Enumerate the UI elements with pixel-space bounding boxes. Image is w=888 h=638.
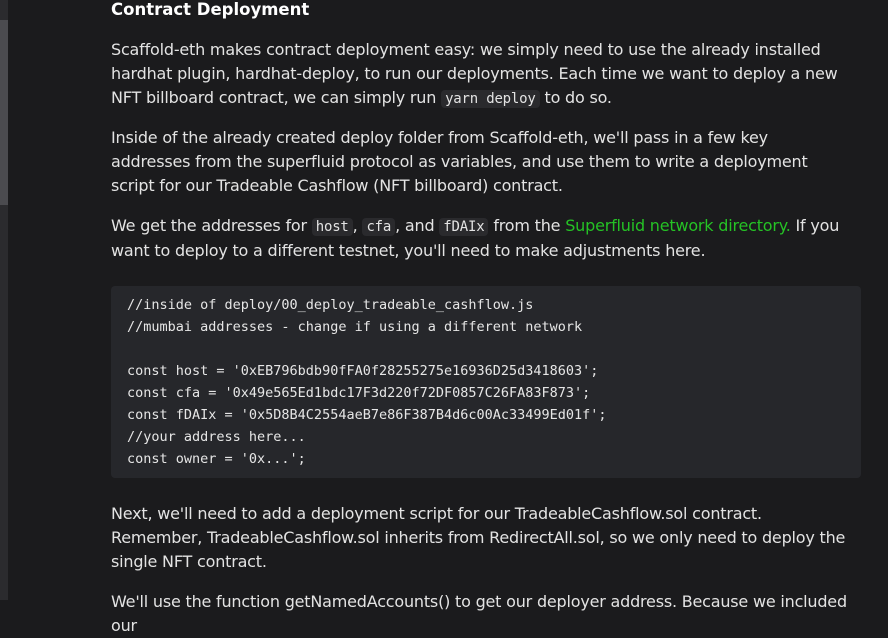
paragraph-addresses: We get the addresses for host, cfa, and … <box>111 214 851 263</box>
paragraph-text: , and <box>395 216 440 235</box>
inline-code-host: host <box>311 218 353 236</box>
paragraph-deployment-intro: Scaffold-eth makes contract deployment e… <box>111 38 851 111</box>
superfluid-network-directory-link[interactable]: Superfluid network directory. <box>565 216 791 235</box>
paragraph-named-accounts: We'll use the function getNamedAccounts(… <box>111 592 847 635</box>
inline-code-fdaix: fDAIx <box>439 218 489 236</box>
paragraph-text: from the <box>488 216 566 235</box>
paragraph-deploy-folder: Inside of the already created deploy fol… <box>111 128 808 195</box>
inline-code-cfa: cfa <box>362 218 396 236</box>
scrollbar-thumb[interactable] <box>0 20 8 205</box>
inline-code-yarn-deploy: yarn deploy <box>441 90 540 108</box>
code-line: //your address here... <box>127 429 306 445</box>
paragraph-text: We get the addresses for <box>111 216 312 235</box>
code-content: //inside of deploy/00_deploy_tradeable_c… <box>127 294 607 470</box>
code-block[interactable]: //inside of deploy/00_deploy_tradeable_c… <box>111 286 861 478</box>
paragraph-text: to do so. <box>539 88 612 107</box>
code-line: const owner = '0x...'; <box>127 451 306 467</box>
code-line: //inside of deploy/00_deploy_tradeable_c… <box>127 297 534 313</box>
code-line: const host = '0xEB796bdb90fFA0f28255275e… <box>127 363 599 379</box>
paragraph-next-step: Next, we'll need to add a deployment scr… <box>111 504 846 571</box>
paragraph-text: , <box>352 216 363 235</box>
code-line: const cfa = '0x49e565Ed1bdc17F3d220f72DF… <box>127 385 591 401</box>
code-line: //mumbai addresses - change if using a d… <box>127 319 583 335</box>
code-line: const fDAIx = '0x5D8B4C2554aeB7e86F387B4… <box>127 407 607 423</box>
section-heading: Contract Deployment <box>111 0 310 19</box>
scrollbar-track[interactable] <box>0 0 8 600</box>
